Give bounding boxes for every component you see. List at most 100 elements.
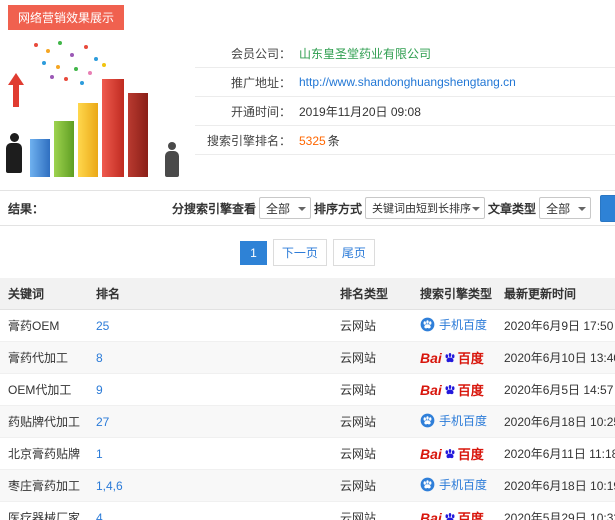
mobile-baidu-icon — [420, 317, 435, 332]
baidu-logo: Bai 百度 — [420, 380, 484, 399]
baidu-paw-icon — [445, 448, 455, 458]
open-time-value: 2019年11月20日 09:08 — [299, 104, 421, 119]
rank-type-cell: 云网站 — [332, 437, 412, 470]
engine-select-value: 全部 — [266, 201, 291, 216]
chart-bar — [102, 79, 124, 177]
baidu-bai-text: Bai — [420, 381, 442, 398]
baidu-logo: Bai 百度 — [420, 444, 484, 463]
company-link[interactable]: 山东皇圣堂药业有限公司 — [299, 45, 431, 62]
rank-cell: 9 — [88, 373, 332, 406]
table-row: OEM代加工 9 云网站 Bai 百度 2020年6月5日 14:57 — [0, 373, 615, 406]
chart-bar — [30, 139, 50, 177]
rank-link[interactable]: 27 — [96, 415, 109, 429]
member-info-list: 会员公司： 山东皇圣堂药业有限公司 推广地址： http://www.shand… — [195, 35, 615, 185]
baidu-paw-icon — [445, 352, 455, 362]
table-row: 北京膏药贴牌 1 云网站 Bai 百度 2020年6月11日 11:18 — [0, 437, 615, 470]
header-bar: 网络营销效果展示 — [0, 0, 615, 30]
rank-type-cell: 云网站 — [332, 469, 412, 502]
sort-select[interactable]: 关键词由短到长排序 — [365, 197, 486, 219]
column-header: 最新更新时间 — [496, 278, 615, 310]
rank-cell: 8 — [88, 341, 332, 374]
site-link[interactable]: http://www.shandonghuangshengtang.cn — [299, 75, 516, 89]
keyword-cell: 膏药OEM — [0, 309, 88, 342]
chart-illustration — [0, 35, 195, 185]
businessman-figure — [165, 142, 179, 177]
filter-bar: 结果： 分搜索引擎查看 全部 排序方式 关键词由短到长排序 文章类型 全部 提交 — [0, 190, 615, 226]
sort-select-value: 关键词由短到长排序 — [372, 203, 472, 215]
chevron-down-icon — [578, 207, 587, 211]
rank-link[interactable]: 1 — [96, 447, 103, 461]
site-label: 推广地址： — [230, 75, 291, 90]
pagination-current-page[interactable]: 1 — [240, 240, 267, 265]
info-row-site: 推广地址： http://www.shandonghuangshengtang.… — [195, 68, 615, 97]
engine-cell: 手机百度 — [412, 405, 496, 438]
rank-type-cell: 云网站 — [332, 341, 412, 374]
engine-cell: Bai 百度 — [412, 373, 496, 406]
chart-bar — [78, 103, 98, 177]
table-row: 药贴牌代加工 27 云网站 手机百度 2020年6月18日 10:25 — [0, 405, 615, 438]
baidu-bai-text: Bai — [420, 509, 442, 520]
column-header: 排名类型 — [332, 278, 412, 310]
baidu-paw-icon — [445, 384, 455, 394]
open-time-label: 开通时间： — [230, 104, 291, 119]
engine-cell: Bai 百度 — [412, 341, 496, 374]
update-time-cell: 2020年6月5日 14:57 — [496, 373, 615, 406]
chart-bar — [54, 121, 74, 177]
businessman-figure — [6, 133, 22, 173]
chart-bar — [128, 93, 148, 177]
sort-filter-label: 排序方式 — [314, 201, 363, 216]
submit-button[interactable]: 提交 — [600, 194, 615, 222]
update-time-cell: 2020年6月11日 11:18 — [496, 437, 615, 470]
chevron-down-icon — [298, 207, 307, 211]
rank-type-cell: 云网站 — [332, 501, 412, 520]
table-header-row: 关键词 排名 排名类型 搜索引擎类型 最新更新时间 — [0, 278, 615, 310]
mobile-baidu-icon — [420, 413, 435, 428]
rank-count-label: 搜索引擎排名： — [206, 133, 291, 148]
rank-link[interactable]: 4 — [96, 511, 103, 520]
update-time-cell: 2020年6月18日 10:25 — [496, 405, 615, 438]
company-label: 会员公司： — [230, 46, 291, 61]
engine-cell: 手机百度 — [412, 309, 496, 342]
page-title: 网络营销效果展示 — [8, 5, 125, 30]
update-time-cell: 2020年6月10日 13:40 — [496, 341, 615, 374]
keyword-cell: OEM代加工 — [0, 373, 88, 406]
keyword-cell: 医疗器械厂家 — [0, 501, 88, 520]
rank-cell: 1,4,6 — [88, 469, 332, 502]
pagination: 1 下一页 尾页 — [0, 239, 615, 266]
update-time-cell: 2020年5月29日 10:32 — [496, 501, 615, 520]
rank-cell: 4 — [88, 501, 332, 520]
engine-name: 手机百度 — [439, 478, 488, 492]
article-select-value: 全部 — [546, 201, 571, 216]
baidu-cn-text: 百度 — [457, 447, 484, 462]
marketing-report-page: 网络营销效果展示 会员公司： 山东皇圣堂药业有限公司 推广地址： http://… — [0, 0, 615, 520]
engine-select[interactable]: 全部 — [259, 197, 312, 219]
mobile-baidu-icon — [420, 477, 435, 492]
table-row: 膏药代加工 8 云网站 Bai 百度 2020年6月10日 13:40 — [0, 341, 615, 374]
info-row-open-time: 开通时间： 2019年11月20日 09:08 — [195, 97, 615, 126]
rank-link[interactable]: 25 — [96, 319, 109, 333]
rank-count-value: 5325 — [299, 133, 326, 148]
chevron-down-icon — [472, 207, 481, 211]
column-header: 搜索引擎类型 — [412, 278, 496, 310]
table-row: 医疗器械厂家 4 云网站 Bai 百度 2020年5月29日 10:32 — [0, 501, 615, 520]
baidu-paw-icon — [445, 512, 455, 520]
baidu-logo: Bai 百度 — [420, 508, 484, 520]
rank-type-cell: 云网站 — [332, 373, 412, 406]
pagination-last-button[interactable]: 尾页 — [332, 239, 375, 266]
mobile-baidu-badge: 手机百度 — [420, 316, 487, 333]
info-row-rank-count: 搜索引擎排名： 5325 条 — [195, 126, 615, 155]
rank-link[interactable]: 9 — [96, 383, 103, 397]
baidu-cn-text: 百度 — [457, 351, 484, 366]
article-type-select[interactable]: 全部 — [539, 197, 592, 219]
engine-filter-label: 分搜索引擎查看 — [172, 201, 257, 216]
update-time-cell: 2020年6月18日 10:19 — [496, 469, 615, 502]
mobile-baidu-badge: 手机百度 — [420, 476, 487, 493]
keyword-cell: 枣庄膏药加工 — [0, 469, 88, 502]
engine-cell: Bai 百度 — [412, 501, 496, 520]
summary-section: 会员公司： 山东皇圣堂药业有限公司 推广地址： http://www.shand… — [0, 27, 615, 185]
pagination-next-button[interactable]: 下一页 — [272, 239, 327, 266]
column-header: 排名 — [88, 278, 332, 310]
rank-link[interactable]: 1,4,6 — [96, 479, 123, 493]
baidu-bai-text: Bai — [420, 349, 442, 366]
rank-link[interactable]: 8 — [96, 351, 103, 365]
